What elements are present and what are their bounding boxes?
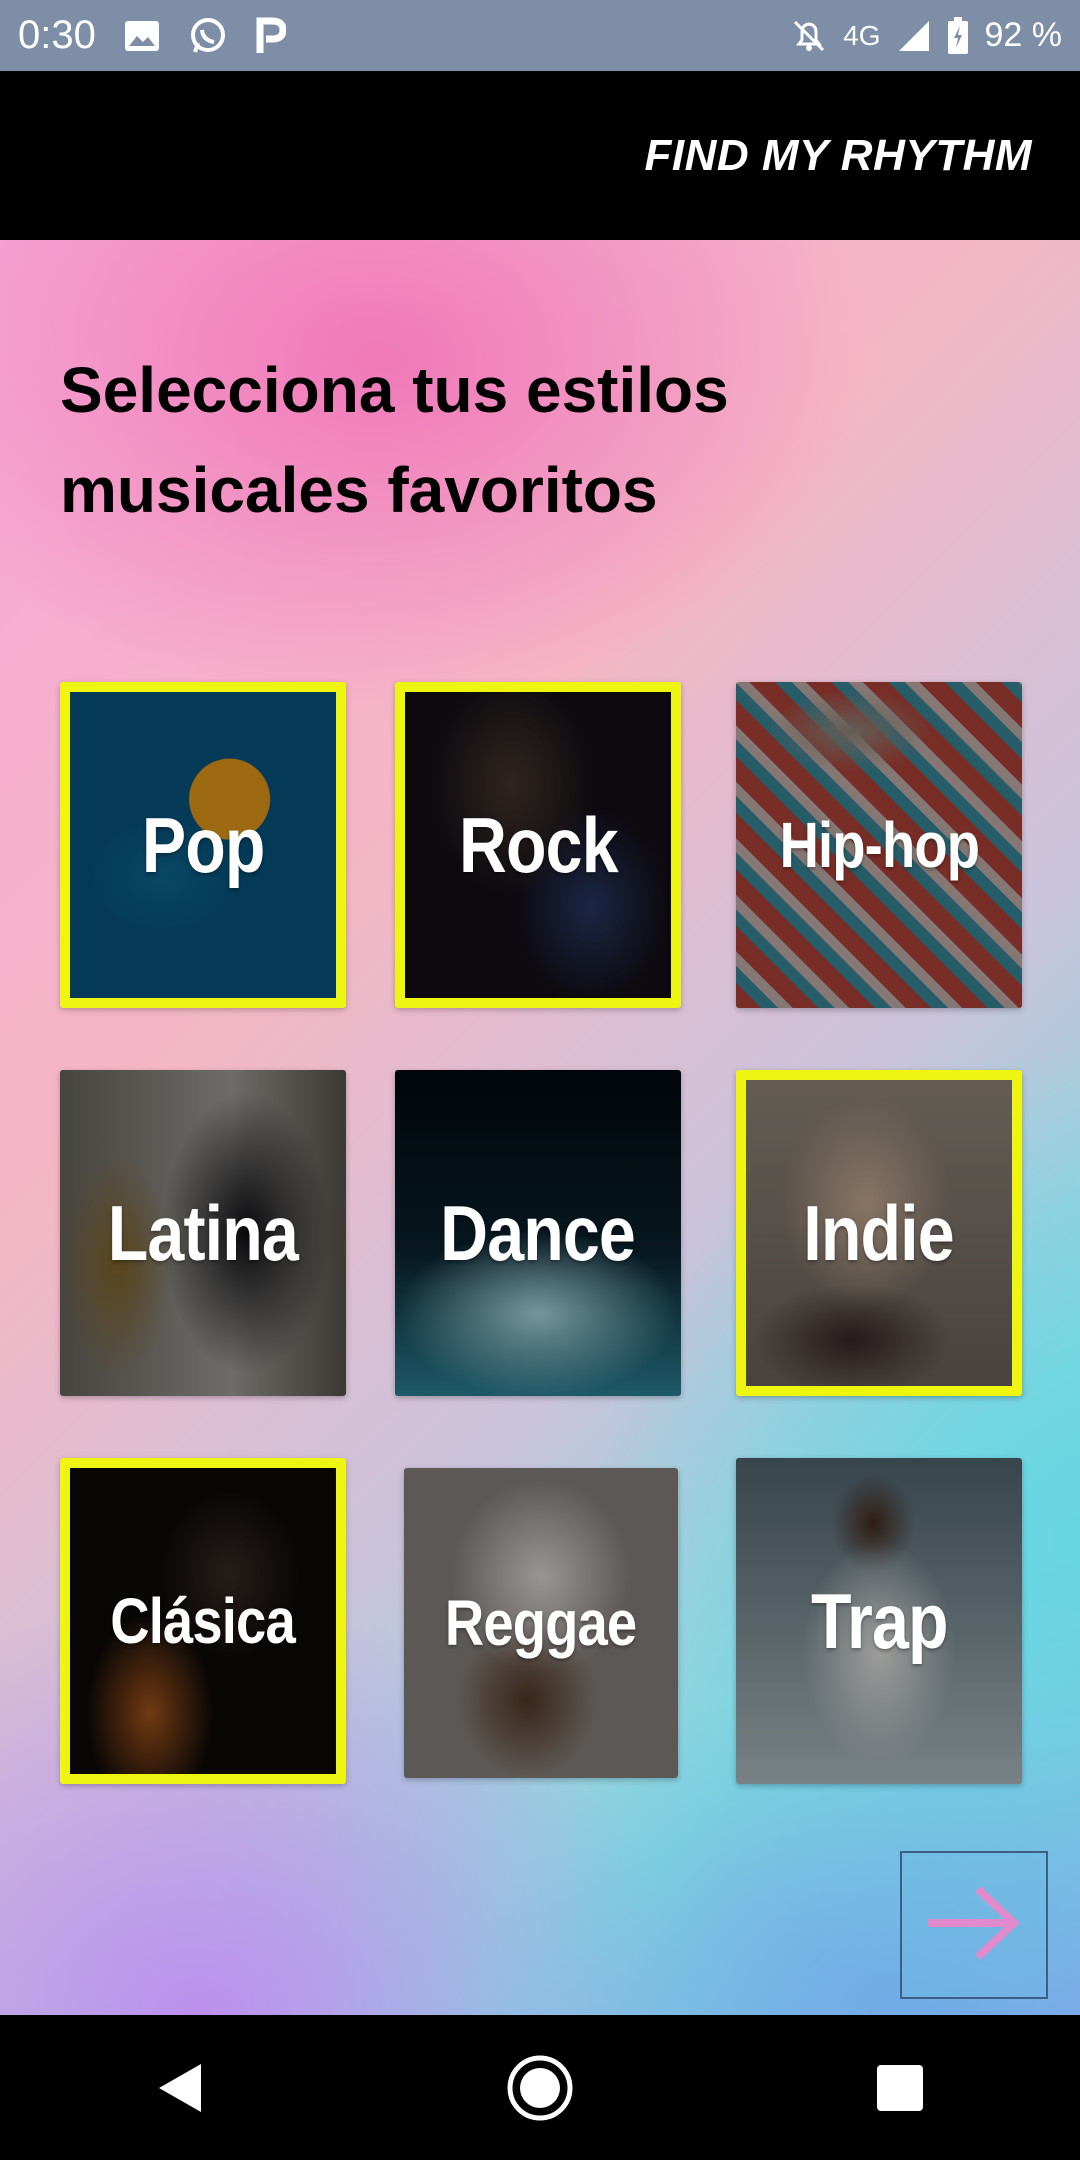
battery-icon [947, 16, 969, 55]
genre-tile-latina[interactable]: Latina [60, 1070, 346, 1396]
genre-label: Dance [440, 1188, 637, 1277]
p-app-icon [256, 17, 286, 55]
image-icon [124, 20, 160, 52]
genre-label: Indie [803, 1188, 955, 1277]
alarm-off-icon [791, 18, 827, 54]
battery-level: 92 % [984, 16, 1063, 54]
genre-label: Latina [107, 1188, 299, 1277]
genre-tile-rock[interactable]: Rock [395, 682, 681, 1008]
genre-label: Hip-hop [779, 809, 979, 881]
navigation-bar [0, 2015, 1080, 2160]
genre-label: Reggae [445, 1587, 637, 1659]
genre-label: Rock [458, 800, 619, 889]
genre-tile-pop[interactable]: Pop [60, 682, 346, 1008]
next-button[interactable] [900, 1851, 1048, 1999]
genre-selection-screen: Selecciona tus estilos musicales favorit… [0, 240, 1080, 2015]
genre-tile-indie[interactable]: Indie [736, 1070, 1022, 1396]
recents-icon[interactable] [855, 2043, 945, 2133]
genre-label: Pop [141, 800, 266, 889]
genre-tile-clasica[interactable]: Clásica [60, 1458, 346, 1784]
signal-icon [897, 19, 931, 53]
home-icon[interactable] [495, 2043, 585, 2133]
status-right: 4G 92 % [791, 16, 1062, 55]
app-bar: FIND MY RHYTHM [0, 71, 1080, 240]
genre-label: Trap [810, 1576, 948, 1665]
genre-tile-reggae[interactable]: Reggae [404, 1468, 678, 1778]
network-type: 4G [843, 19, 881, 51]
status-bar: 0:30 4G 92 % [0, 0, 1080, 71]
status-time: 0:30 [18, 13, 96, 57]
genre-label: Clásica [110, 1585, 296, 1657]
app-title: FIND MY RHYTHM [644, 130, 1032, 180]
arrow-right-icon [924, 1883, 1024, 1968]
back-icon[interactable] [135, 2043, 225, 2133]
genre-tile-dance[interactable]: Dance [395, 1070, 681, 1396]
page-title: Selecciona tus estilos musicales favorit… [60, 354, 729, 526]
whatsapp-icon [188, 16, 228, 56]
status-left: 0:30 [18, 13, 286, 58]
genre-tile-trap[interactable]: Trap [736, 1458, 1022, 1784]
genre-tile-hiphop[interactable]: Hip-hop [736, 682, 1022, 1008]
